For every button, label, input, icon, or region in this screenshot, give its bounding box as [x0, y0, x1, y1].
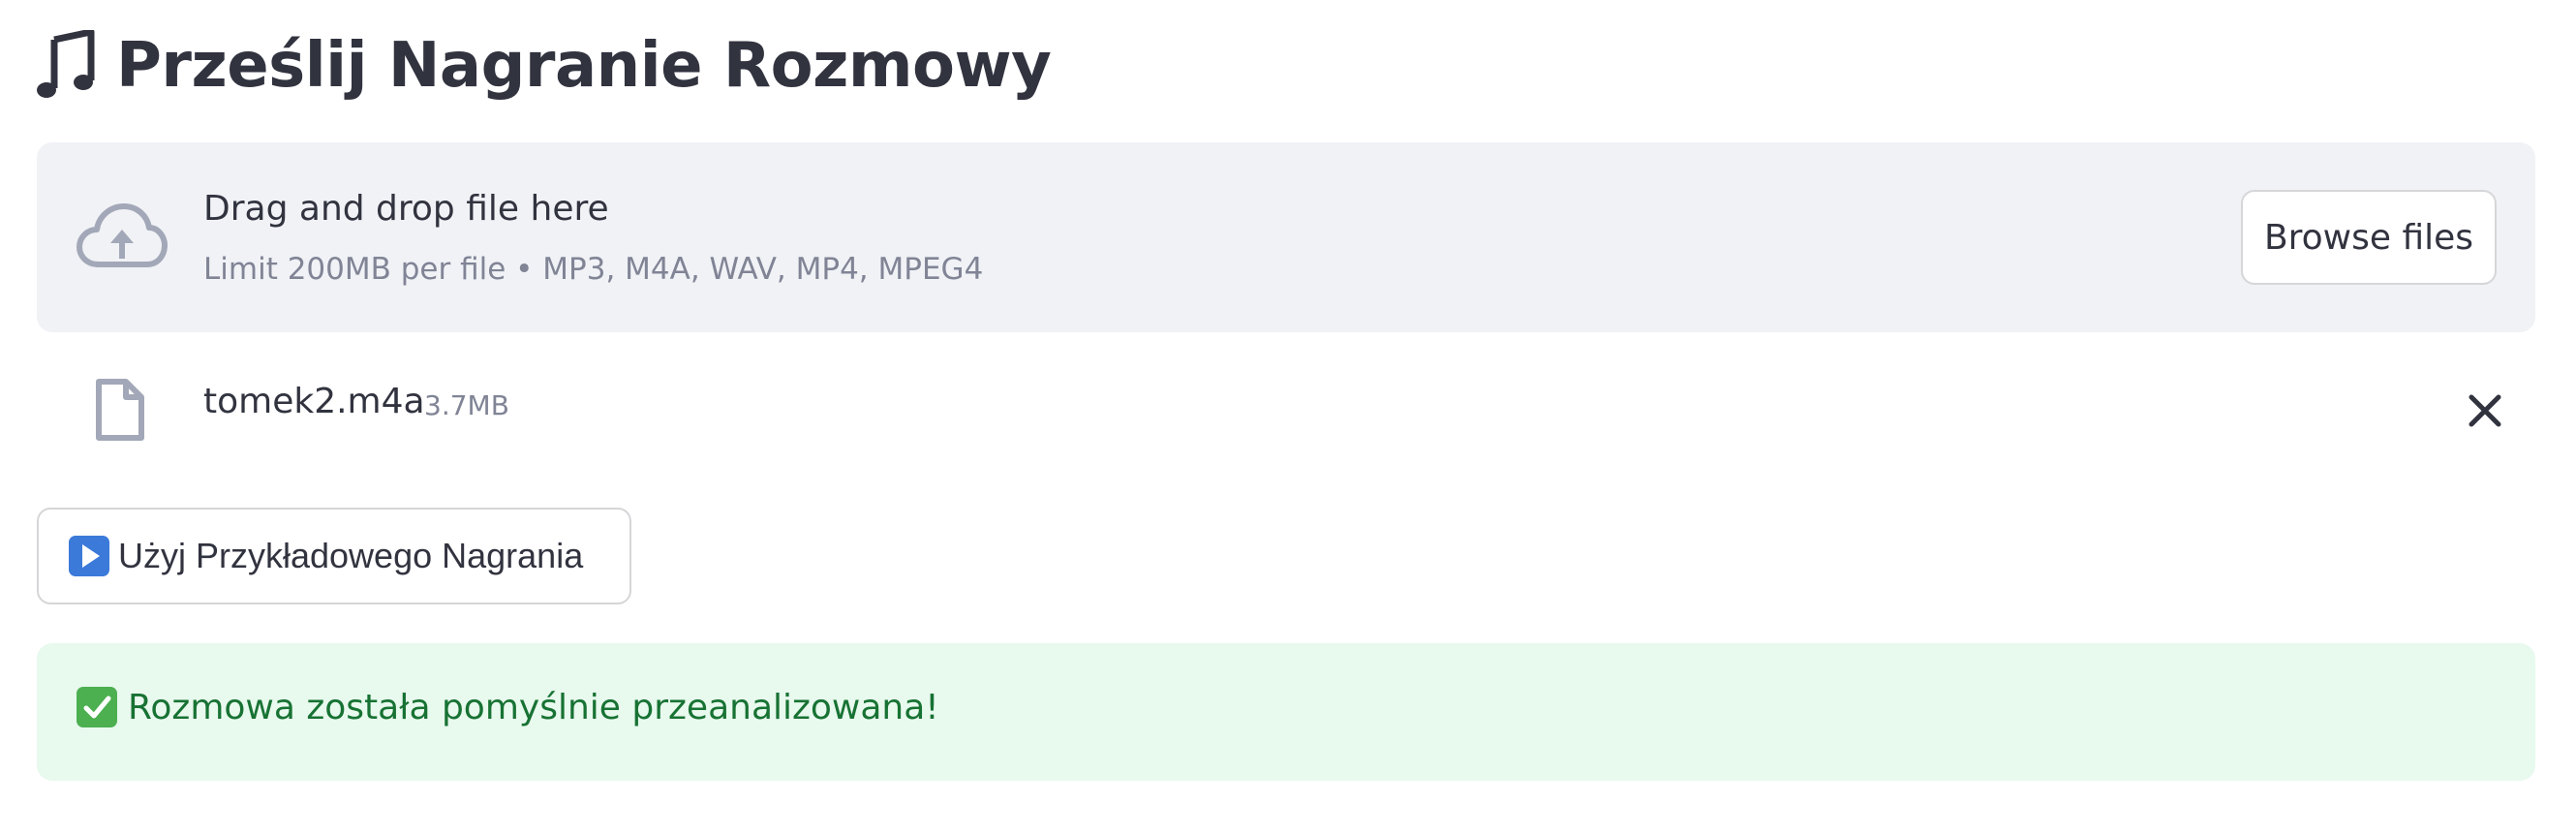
- file-dropzone[interactable]: Drag and drop file here Limit 200MB per …: [37, 142, 2535, 332]
- cloud-upload-icon: [76, 202, 169, 270]
- uploaded-file-item: tomek2.m4a 3.7MB: [37, 358, 2535, 463]
- musical-note-icon: [37, 28, 97, 102]
- use-sample-recording-button[interactable]: Użyj Przykładowego Nagrania: [37, 508, 631, 604]
- page-title-row: Prześlij Nagranie Rozmowy: [37, 19, 1052, 112]
- file-icon: [95, 378, 145, 442]
- browse-files-button[interactable]: Browse files: [2241, 190, 2497, 285]
- close-icon[interactable]: [2464, 389, 2506, 432]
- sample-button-label: Użyj Przykładowego Nagrania: [118, 536, 584, 575]
- success-message: Rozmowa została pomyślnie przeanalizowan…: [128, 687, 939, 727]
- file-size: 3.7MB: [424, 389, 509, 421]
- page-title: Prześlij Nagranie Rozmowy: [116, 30, 1052, 102]
- play-button-icon: [68, 535, 110, 577]
- check-mark-icon: [76, 686, 118, 728]
- file-name: tomek2.m4a: [203, 382, 425, 421]
- success-message-row: Rozmowa została pomyślnie przeanalizowan…: [76, 686, 939, 728]
- dropzone-instruction: Drag and drop file here: [203, 189, 609, 229]
- dropzone-limit-text: Limit 200MB per file • MP3, M4A, WAV, MP…: [203, 252, 984, 287]
- success-alert: Rozmowa została pomyślnie przeanalizowan…: [37, 643, 2535, 781]
